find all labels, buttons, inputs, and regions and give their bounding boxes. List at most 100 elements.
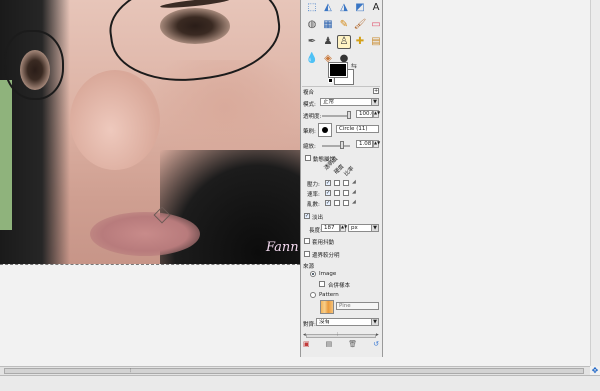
unit-select[interactable]: px ▼ (348, 224, 379, 232)
photo-watermark: Fann (266, 240, 299, 255)
pattern-name-field[interactable]: Pine (336, 302, 379, 310)
pencil-icon[interactable]: ✎ (337, 18, 351, 32)
source-image-radio[interactable] (310, 271, 316, 277)
fuzzy-select-icon[interactable]: ◮ (337, 1, 351, 15)
options-title: 複合 (303, 90, 315, 96)
source-pattern-radio[interactable] (310, 292, 316, 298)
pressure-curve-icon[interactable]: ◢ (352, 179, 356, 185)
options-divider (302, 86, 380, 87)
scroll-right-icon[interactable]: ▸ (376, 332, 379, 338)
length-label: 長度: (309, 228, 322, 234)
heal-icon[interactable]: ✚ (353, 35, 367, 49)
opacity-input[interactable]: 100.0 (356, 110, 373, 118)
velocity-opacity-checkbox[interactable]: ✓ (325, 190, 331, 196)
scale-slider-handle[interactable] (340, 141, 344, 149)
jitter-label: 套用抖動 (312, 240, 335, 246)
clone-icon[interactable]: ♙ (337, 35, 351, 49)
photo-nose (70, 70, 160, 170)
reset-colors-icon[interactable] (328, 78, 333, 83)
hard-edge-checkbox[interactable] (304, 251, 310, 257)
brush-circle-icon (322, 127, 328, 133)
navigate-icon[interactable]: ✥ (590, 366, 600, 375)
ink-icon[interactable]: ♟ (321, 35, 335, 49)
options-collapse-icon[interactable]: + (373, 88, 379, 94)
photo-background (0, 80, 12, 230)
horizontal-scrollbar-thumb[interactable] (4, 368, 584, 374)
opacity-label: 透明度: (303, 114, 322, 120)
jitter-checkbox[interactable] (304, 238, 310, 244)
crop-icon[interactable]: ◩ (353, 1, 367, 15)
eraser-icon[interactable]: ▭ (369, 18, 383, 32)
dyn-row-velocity: 速率: (307, 192, 320, 198)
length-input[interactable]: 187 (321, 224, 340, 232)
airbrush-icon[interactable]: ✒ (305, 35, 319, 49)
free-select-icon[interactable]: ◭ (321, 1, 335, 15)
scroll-left-icon[interactable]: ◂ (303, 332, 306, 338)
pattern-preview[interactable] (320, 300, 334, 314)
horizontal-scrollbar[interactable]: ⦙ (0, 366, 590, 375)
unit-value: px (351, 225, 358, 231)
reset-options-icon[interactable]: ↺ (373, 341, 379, 348)
random-rate-checkbox[interactable] (343, 200, 349, 206)
text-icon[interactable]: A (369, 1, 383, 15)
dyn-row-pressure: 壓力: (307, 182, 320, 188)
scale-spinner[interactable]: ▲▼ (373, 140, 380, 148)
sample-merged-label: 合併樣本 (328, 283, 351, 289)
alignment-label: 對齊: (303, 322, 316, 328)
fade-label: 淡出 (312, 215, 324, 221)
hard-edge-label: 邊界較分明 (312, 253, 340, 259)
fade-checkbox[interactable]: ✓ (304, 213, 310, 219)
mode-value: 正常 (323, 99, 335, 105)
mode-select[interactable]: 正常 ▼ (320, 98, 379, 106)
random-hardness-checkbox[interactable] (334, 200, 340, 206)
chevron-down-icon: ▼ (371, 99, 378, 105)
chevron-down-icon: ▼ (371, 225, 378, 231)
rect-select-icon[interactable]: ⬚ (305, 1, 319, 15)
options-scrollbar[interactable] (306, 334, 376, 338)
brush-preview[interactable] (318, 123, 332, 137)
mode-label: 模式: (303, 102, 316, 108)
vertical-scrollbar[interactable] (590, 0, 600, 366)
velocity-curve-icon[interactable]: ◢ (352, 189, 356, 195)
perspective-clone-icon[interactable]: ▤ (369, 35, 383, 49)
random-opacity-checkbox[interactable]: ✓ (325, 200, 331, 206)
selection-boundary (0, 264, 300, 266)
alignment-value: 沒有 (319, 319, 331, 325)
scale-label: 縮放: (303, 144, 316, 150)
pressure-hardness-checkbox[interactable] (334, 180, 340, 186)
scale-slider[interactable] (322, 145, 350, 147)
dynamics-expander[interactable] (305, 155, 311, 161)
tool-grid: ⬚ ◭ ◮ ◩ A ◍ ▦ ✎ 🖌 ▭ ✒ ♟ ♙ ✚ ▤ 💧 ◈ ● (305, 1, 383, 67)
options-bottom-bar: ▣ ▤ 🗑 ↺ (303, 341, 379, 348)
pressure-opacity-checkbox[interactable]: ✓ (325, 180, 331, 186)
gradient-icon[interactable]: ▦ (321, 18, 335, 32)
gimp-window: Fann ⬚ ◭ ◮ ◩ A ◍ ▦ ✎ 🖌 ▭ ✒ ♟ ♙ ✚ ▤ 💧 ◈ ● ⇆ 複合 + 模式: 正常 ▼ … (0, 0, 600, 391)
smudge-icon[interactable]: 💧 (305, 52, 319, 66)
foreground-color-swatch[interactable] (329, 63, 347, 77)
brush-label: 筆刷: (303, 129, 316, 135)
photo-glasses-left (4, 30, 64, 100)
paintbrush-icon[interactable]: 🖌 (353, 18, 367, 32)
delete-options-icon[interactable]: 🗑 (348, 341, 357, 348)
source-label: 來源 (303, 264, 315, 270)
dyn-row-random: 亂數: (307, 202, 320, 208)
length-spinner[interactable]: ▲▼ (340, 224, 347, 232)
bucket-fill-icon[interactable]: ◍ (305, 18, 319, 32)
opacity-spinner[interactable]: ▲▼ (373, 110, 380, 118)
brush-name-field[interactable]: Circle (11) (336, 125, 379, 133)
opacity-slider[interactable] (322, 115, 350, 117)
random-curve-icon[interactable]: ◢ (352, 199, 356, 205)
restore-options-icon[interactable]: ▤ (326, 341, 333, 348)
save-options-icon[interactable]: ▣ (303, 341, 310, 348)
swap-colors-icon[interactable]: ⇆ (351, 62, 357, 70)
photo-image[interactable]: Fann (0, 0, 300, 264)
alignment-select[interactable]: 沒有 ▼ (316, 318, 379, 326)
velocity-rate-checkbox[interactable] (343, 190, 349, 196)
sample-merged-checkbox[interactable] (319, 281, 325, 287)
opacity-slider-handle[interactable] (347, 111, 351, 119)
photo-lips (90, 212, 200, 256)
chevron-down-icon: ▼ (371, 319, 378, 325)
velocity-hardness-checkbox[interactable] (334, 190, 340, 196)
scale-input[interactable]: 1.08 (356, 140, 373, 148)
pressure-rate-checkbox[interactable] (343, 180, 349, 186)
